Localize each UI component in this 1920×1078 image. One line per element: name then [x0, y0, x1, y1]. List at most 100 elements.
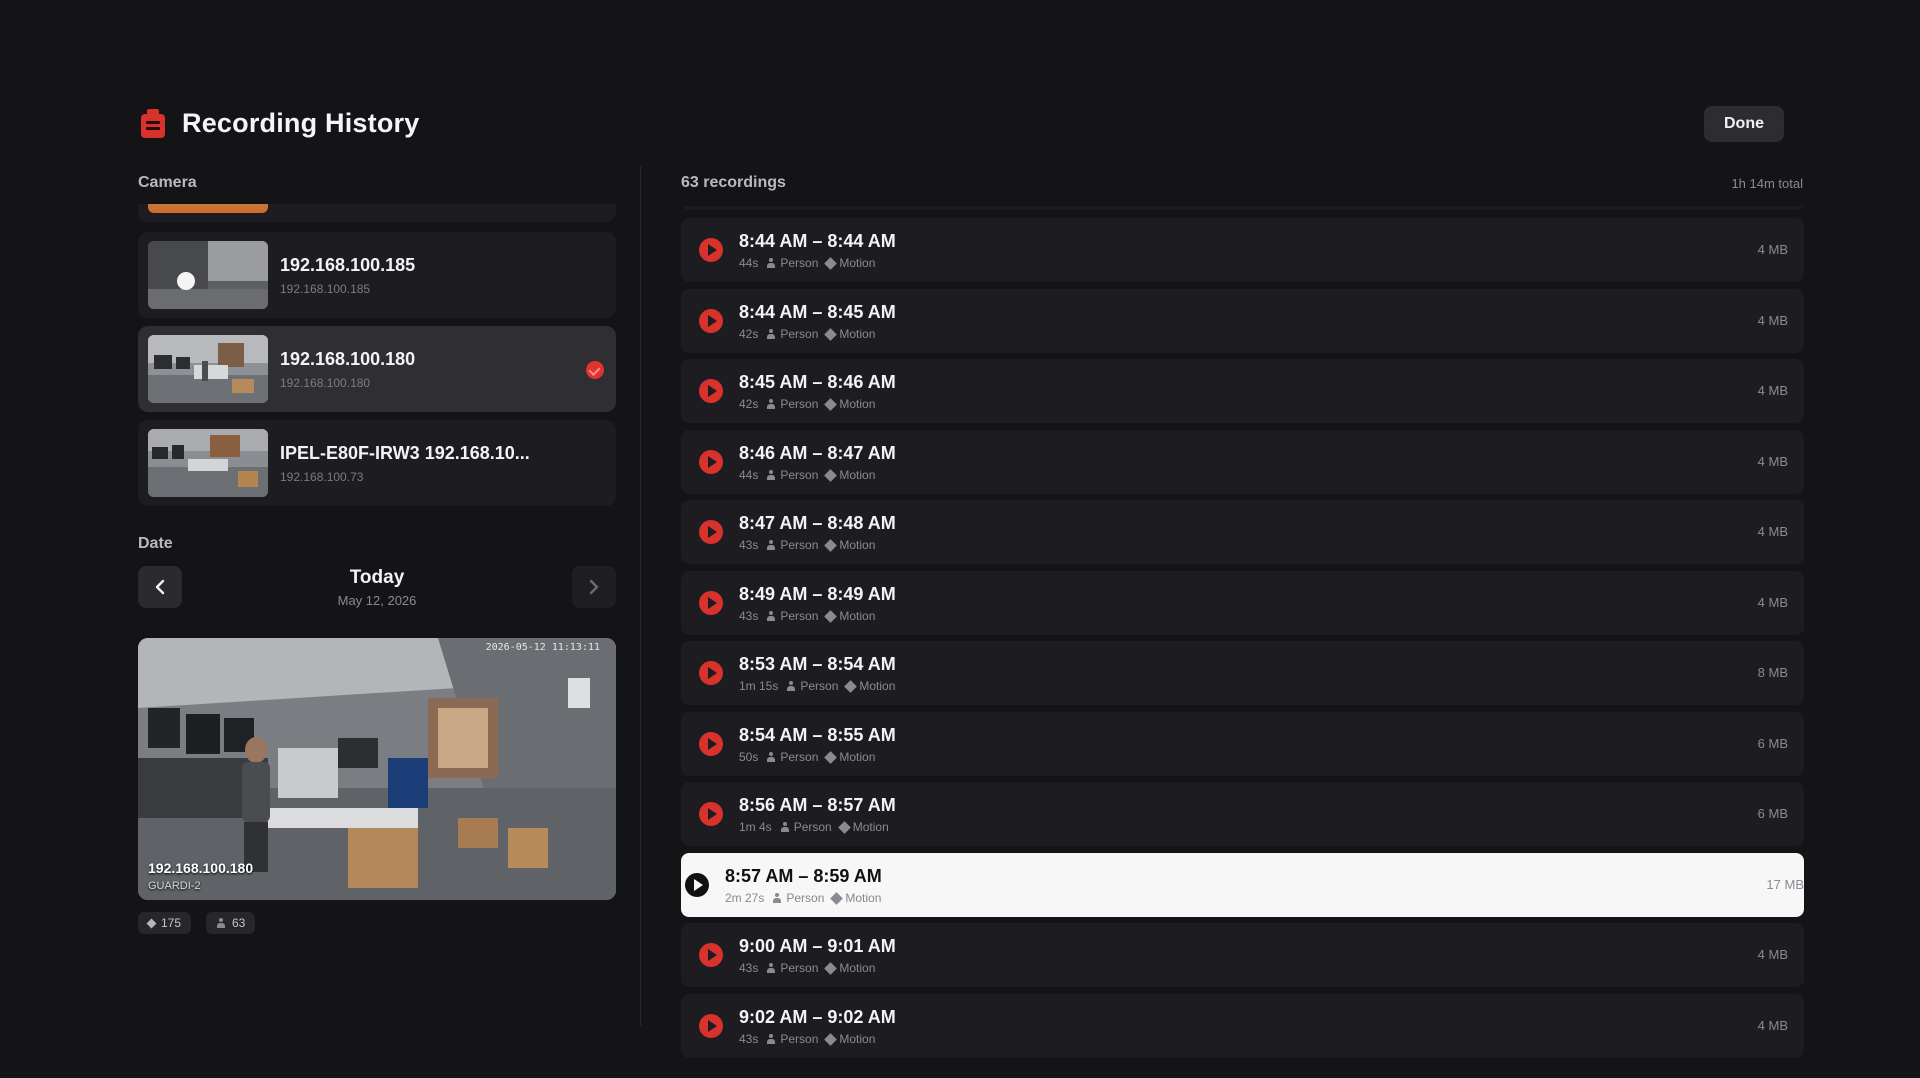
recording-row[interactable]: 8:44 AM – 8:45 AM 42s Person Motion 4 MB: [681, 289, 1804, 353]
page-title: Recording History: [182, 107, 420, 138]
person-tag: Person: [780, 820, 832, 834]
camera-thumbnail: [148, 429, 268, 497]
play-icon[interactable]: [699, 732, 723, 756]
recording-size: 17 MB: [1766, 877, 1804, 892]
camera-card[interactable]: 192.168.100.185 192.168.100.185: [138, 232, 616, 318]
camera-preview[interactable]: 2026-05-12 11:13:11 192.168.100.180 GUAR…: [138, 638, 616, 900]
person-tag-label: Person: [780, 327, 819, 341]
person-icon: [772, 892, 782, 904]
recording-size: 4 MB: [1757, 454, 1788, 469]
motion-icon: [837, 820, 851, 834]
play-icon[interactable]: [699, 943, 723, 967]
recording-row[interactable]: 8:54 AM – 8:55 AM 50s Person Motion 6 MB: [681, 712, 1804, 776]
person-tag-label: Person: [780, 468, 819, 482]
person-tag: Person: [766, 538, 818, 552]
motion-tag: Motion: [824, 538, 875, 552]
motion-icon: [824, 961, 838, 975]
person-tag-label: Person: [793, 820, 832, 834]
recording-meta: 44s Person Motion: [739, 468, 875, 482]
recording-row[interactable]: 8:49 AM – 8:49 AM 43s Person Motion 4 MB: [681, 571, 1804, 635]
previous-day-button[interactable]: [138, 566, 182, 608]
recording-size: 4 MB: [1757, 313, 1788, 328]
recording-size: 4 MB: [1757, 524, 1788, 539]
motion-tag-label: Motion: [839, 327, 876, 341]
person-icon: [766, 469, 776, 481]
person-tag-label: Person: [786, 891, 825, 905]
next-day-button[interactable]: [572, 566, 616, 608]
recording-time-range: 8:44 AM – 8:45 AM: [739, 302, 896, 322]
person-tag-label: Person: [780, 538, 819, 552]
done-button[interactable]: Done: [1704, 106, 1784, 142]
person-tag: Person: [786, 679, 838, 693]
play-icon[interactable]: [699, 238, 723, 262]
recording-row-active[interactable]: 8:57 AM – 8:59 AM 2m 27s Person Motion 17 MB: [681, 853, 1804, 917]
person-tag-label: Person: [780, 256, 819, 270]
motion-tag-label: Motion: [859, 679, 896, 693]
recording-row[interactable]: 8:45 AM – 8:46 AM 42s Person Motion 4 MB: [681, 359, 1804, 423]
motion-tag: Motion: [824, 256, 876, 270]
motion-icon: [824, 468, 838, 482]
motion-tag-label: Motion: [839, 1032, 876, 1046]
person-tag: Person: [766, 750, 818, 764]
recording-row[interactable]: 9:02 AM – 9:02 AM 43s Person Motion 4 MB: [681, 994, 1804, 1058]
person-tag-label: Person: [800, 679, 839, 693]
camera-list[interactable]: 192.168.100.185 192.168.100.185 192.168.…: [138, 204, 616, 508]
preview-camera-name: 192.168.100.180: [148, 860, 254, 876]
play-icon[interactable]: [699, 379, 723, 403]
person-tag: Person: [766, 397, 818, 411]
person-icon: [766, 610, 776, 622]
play-icon[interactable]: [685, 873, 709, 897]
recording-duration: 43s: [739, 961, 759, 975]
motion-count: 175: [161, 916, 182, 930]
recording-size: 4 MB: [1757, 595, 1788, 610]
recording-time-range: 8:53 AM – 8:54 AM: [739, 654, 896, 674]
recording-duration: 43s: [739, 609, 759, 623]
recording-row[interactable]: 8:56 AM – 8:57 AM 1m 4s Person Motion 6 MB: [681, 782, 1804, 846]
person-icon: [766, 539, 776, 551]
date-section-label: Date: [138, 535, 173, 552]
motion-tag: Motion: [824, 1032, 876, 1046]
camera-card[interactable]: IPEL-E80F-IRW3 192.168.10... 192.168.100…: [138, 420, 616, 506]
recording-row[interactable]: 8:46 AM – 8:47 AM 44s Person Motion 4 MB: [681, 430, 1804, 494]
play-icon[interactable]: [699, 520, 723, 544]
recording-row[interactable]: 9:00 AM – 9:01 AM 43s Person Motion 4 MB: [681, 923, 1804, 987]
person-icon: [766, 257, 776, 269]
motion-tag-label: Motion: [839, 256, 876, 270]
camera-name: 192.168.100.180: [280, 348, 416, 369]
recording-time-range: 8:49 AM – 8:49 AM: [739, 584, 896, 604]
motion-tag-label: Motion: [845, 891, 882, 905]
date-subtitle: May 12, 2026: [337, 593, 417, 608]
recording-meta: 1m 4s Person Motion: [739, 820, 889, 834]
person-icon: [216, 917, 226, 929]
person-tag-label: Person: [780, 397, 819, 411]
play-icon[interactable]: [699, 450, 723, 474]
recording-time-range: 8:57 AM – 8:59 AM: [725, 866, 882, 886]
motion-tag-label: Motion: [839, 609, 876, 623]
camera-card-selected[interactable]: 192.168.100.180 192.168.100.180: [138, 326, 616, 412]
play-icon[interactable]: [699, 661, 723, 685]
camera-ip: 192.168.100.185: [280, 281, 371, 296]
recordings-list[interactable]: 8:44 AM – 8:44 AM 44s Person Motion 4 MB 8:44…: [681, 206, 1804, 1078]
recording-row[interactable]: 8:47 AM – 8:48 AM 43s Person Motion 4 MB: [681, 500, 1804, 564]
recording-size: 6 MB: [1757, 736, 1788, 751]
play-icon[interactable]: [699, 591, 723, 615]
motion-tag-label: Motion: [839, 468, 876, 482]
recording-size: 8 MB: [1757, 665, 1788, 680]
recording-size: 4 MB: [1757, 947, 1788, 962]
play-icon[interactable]: [699, 802, 723, 826]
recording-duration: 50s: [739, 750, 759, 764]
motion-tag-label: Motion: [839, 961, 876, 975]
recording-duration: 1m 15s: [739, 679, 779, 693]
recording-row[interactable]: 8:53 AM – 8:54 AM 1m 15s Person Motion 8 MB: [681, 641, 1804, 705]
recording-time-range: 8:47 AM – 8:48 AM: [739, 513, 896, 533]
recording-row-partial[interactable]: [681, 206, 1804, 210]
person-tag-label: Person: [780, 750, 819, 764]
recording-row[interactable]: 8:44 AM – 8:44 AM 44s Person Motion 4 MB: [681, 218, 1804, 282]
person-tag: Person: [772, 891, 824, 905]
person-icon: [766, 398, 776, 410]
play-icon[interactable]: [699, 1014, 723, 1038]
play-icon[interactable]: [699, 309, 723, 333]
camera-card-partial[interactable]: [138, 204, 616, 222]
camera-thumbnail: [148, 241, 268, 309]
recording-size: 4 MB: [1757, 242, 1788, 257]
